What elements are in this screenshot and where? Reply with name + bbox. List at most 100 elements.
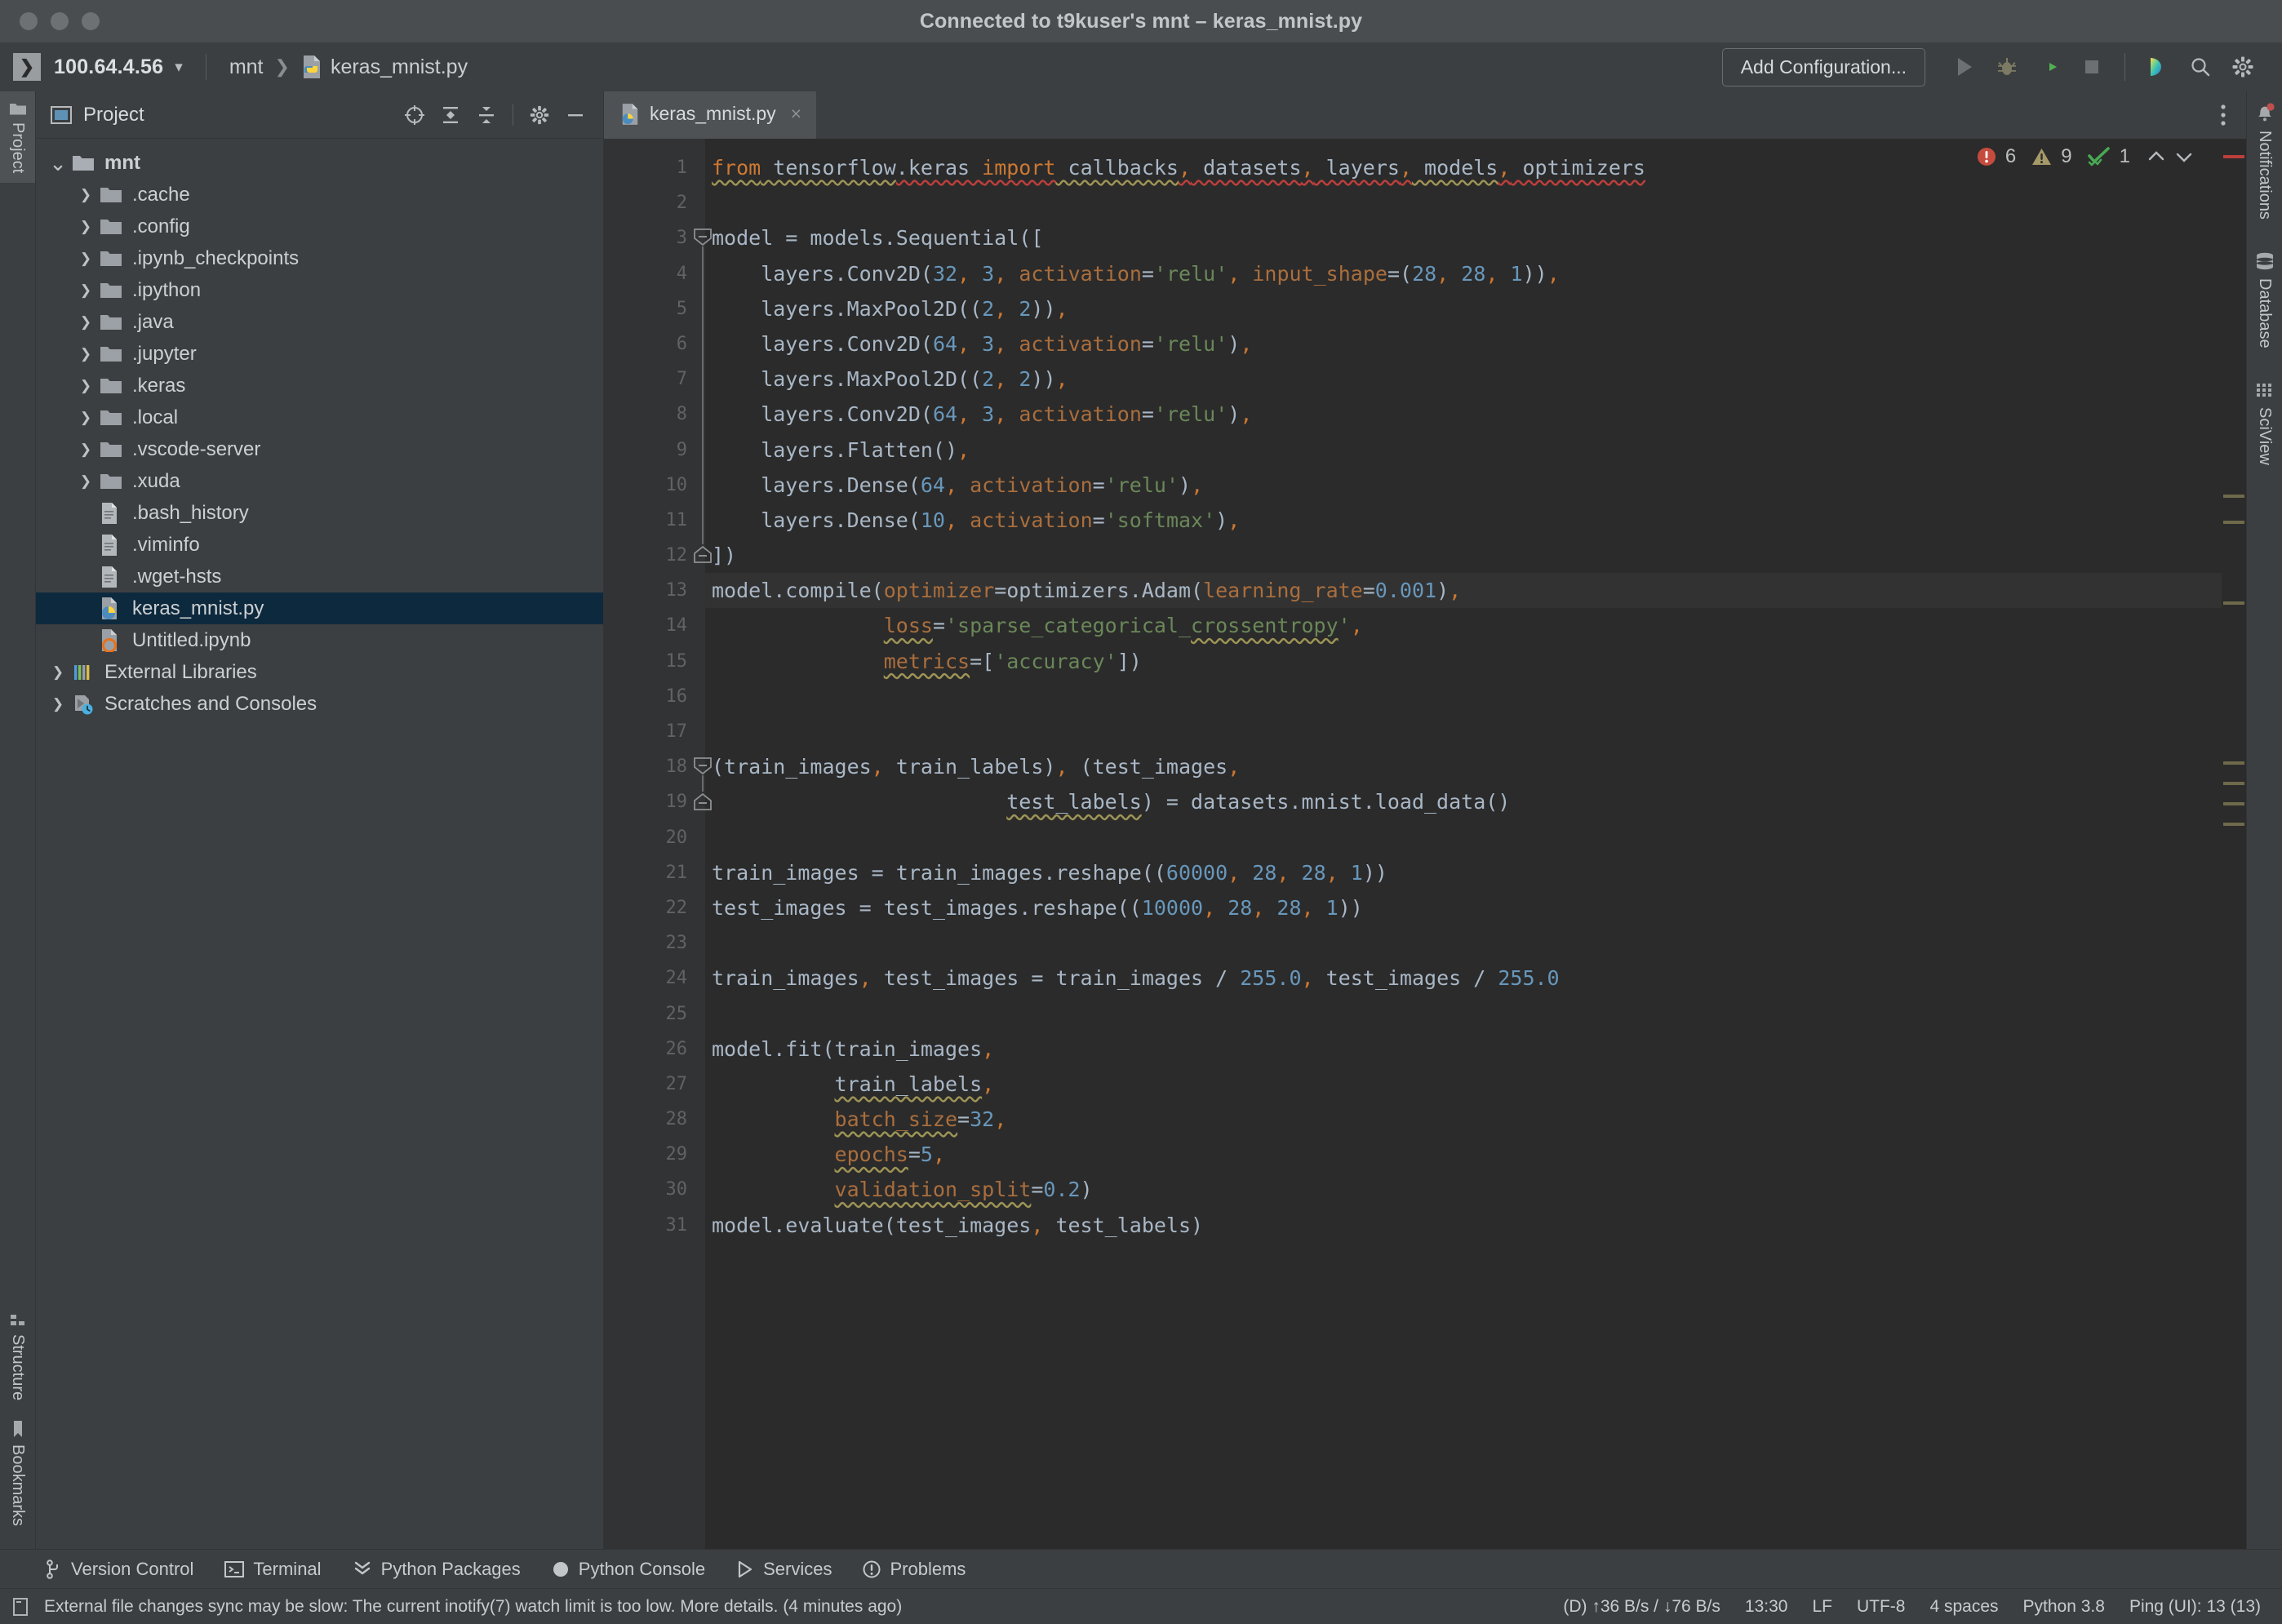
bottom-tab-services[interactable]: Services [736,1559,832,1580]
chevron-right-icon[interactable]: ❯ [72,282,100,299]
scroll-marker[interactable] [2223,521,2244,524]
code-line[interactable]: model = models.Sequential([ [705,220,2246,255]
tree-item-ipython[interactable]: ❯ .ipython [36,274,603,306]
code-line[interactable]: model.evaluate(test_images, test_labels) [705,1208,2246,1243]
code-line[interactable]: layers.MaxPool2D((2, 2)), [705,291,2246,326]
tree-item-ipynb-checkpoints[interactable]: ❯ .ipynb_checkpoints [36,242,603,274]
tree-item-wget-hsts[interactable]: .wget-hsts [36,561,603,592]
status-item[interactable]: UTF-8 [1857,1597,1906,1617]
code-line[interactable]: epochs=5, [705,1137,2246,1172]
code-line[interactable]: layers.Dense(10, activation='softmax'), [705,503,2246,538]
status-item[interactable]: Python 3.8 [2023,1597,2105,1617]
tree-item-xuda[interactable]: ❯ .xuda [36,465,603,497]
code-line[interactable]: validation_split=0.2) [705,1172,2246,1207]
settings-gear-icon[interactable] [2222,46,2264,88]
chevron-right-icon[interactable]: ❯ [44,696,72,712]
tree-item-local[interactable]: ❯ .local [36,402,603,433]
code-line[interactable] [705,679,2246,714]
code-line[interactable]: layers.Dense(64, activation='relu'), [705,468,2246,503]
code-line[interactable]: layers.Conv2D(32, 3, activation='relu', … [705,256,2246,291]
collapse-all-icon[interactable] [470,99,503,131]
code-line[interactable]: train_images = train_images.reshape((600… [705,855,2246,890]
notification-icon[interactable] [11,1596,29,1617]
sidebar-item-notifications[interactable]: Notifications [2254,103,2275,220]
code-line[interactable] [705,820,2246,855]
tree-item-cache[interactable]: ❯ .cache [36,179,603,211]
close-window-button[interactable] [20,12,38,30]
bottom-tab-python-console[interactable]: Python Console [552,1559,705,1580]
close-icon[interactable]: × [791,103,801,125]
editor-options-icon[interactable] [2200,91,2246,139]
tree-item-config[interactable]: ❯ .config [36,211,603,242]
scroll-marker[interactable] [2223,761,2244,765]
chevron-right-icon[interactable]: ❯ [72,219,100,235]
chevron-down-icon[interactable]: ▾ [175,58,183,77]
stop-icon[interactable] [2071,46,2113,88]
status-item[interactable]: (D) ↑36 B/s / ↓76 B/s [1563,1597,1720,1617]
coverage-icon[interactable] [2028,46,2071,88]
debug-icon[interactable] [1986,46,2028,88]
editor-marker-scrollbar[interactable] [2222,139,2246,1549]
code-line[interactable]: ]) [705,538,2246,573]
code-line[interactable]: layers.MaxPool2D((2, 2)), [705,362,2246,397]
tree-item-vscode-server[interactable]: ❯ .vscode-server [36,433,603,465]
code-line[interactable]: test_images = test_images.reshape((10000… [705,890,2246,925]
sidebar-item-database[interactable]: Database [2254,252,2275,348]
chevron-up-icon[interactable] [2145,146,2168,167]
bottom-tab-terminal[interactable]: Terminal [224,1559,322,1580]
chevron-right-icon[interactable]: ❯ [72,473,100,490]
tree-item-mnt[interactable]: ⌄ mnt [36,147,603,179]
tree-item-bash-history[interactable]: .bash_history [36,497,603,529]
chevron-right-icon[interactable]: ❯ [72,410,100,426]
code-line[interactable]: layers.Flatten(), [705,433,2246,468]
tree-item-jupyter[interactable]: ❯ .jupyter [36,338,603,370]
tree-item-java[interactable]: ❯ .java [36,306,603,338]
sidebar-item-bookmarks[interactable]: Bookmarks [0,1410,35,1536]
source-code[interactable]: from tensorflow.keras import callbacks, … [705,139,2246,1549]
tree-item-keras[interactable]: ❯ .keras [36,370,603,402]
scroll-marker[interactable] [2223,601,2244,605]
code-line[interactable] [705,925,2246,961]
code-line[interactable]: layers.Conv2D(64, 3, activation='relu'), [705,326,2246,362]
status-message[interactable]: External file changes sync may be slow: … [44,1597,902,1617]
ai-assistant-icon[interactable] [2137,46,2179,88]
scroll-marker[interactable] [2223,155,2244,158]
status-item[interactable]: Ping (UI): 13 (13) [2129,1597,2261,1617]
code-line[interactable] [705,185,2246,220]
breadcrumb-mnt[interactable]: mnt [229,55,264,79]
sidebar-item-sciview[interactable]: SciView [2255,381,2275,464]
code-line[interactable]: metrics=['accuracy']) [705,644,2246,679]
remote-host-label[interactable]: 100.64.4.56 [54,55,163,79]
code-line[interactable] [705,996,2246,1032]
chevron-right-icon[interactable]: ❯ [72,187,100,203]
scroll-marker[interactable] [2223,823,2244,826]
status-item[interactable]: LF [1812,1597,1832,1617]
gear-icon[interactable] [523,99,556,131]
code-line[interactable]: model.compile(optimizer=optimizers.Adam(… [705,573,2246,609]
scroll-marker[interactable] [2223,495,2244,498]
scroll-marker[interactable] [2223,802,2244,805]
chevron-down-icon[interactable]: ⌄ [44,153,72,174]
code-line[interactable]: loss='sparse_categorical_crossentropy', [705,608,2246,643]
project-tree[interactable]: ⌄ mnt ❯ .cache ❯ .config ❯ .ipynb_checkpoints ❯.… [36,139,603,1549]
code-line[interactable]: batch_size=32, [705,1102,2246,1137]
bottom-tab-python-packages[interactable]: Python Packages [353,1559,521,1580]
scroll-marker[interactable] [2223,782,2244,785]
bottom-tab-version-control[interactable]: Version Control [46,1559,193,1580]
hide-panel-icon[interactable] [559,99,592,131]
status-item[interactable]: 13:30 [1745,1597,1788,1617]
locate-icon[interactable] [398,99,431,131]
status-item[interactable]: 4 spaces [1929,1597,1998,1617]
minimize-window-button[interactable] [51,12,69,30]
code-line[interactable]: model.fit(train_images, [705,1032,2246,1067]
code-line[interactable]: train_images, test_images = train_images… [705,961,2246,996]
tree-item-scratches-and-consoles[interactable]: ❯ Scratches and Consoles [36,688,603,720]
chevron-right-icon[interactable]: ❯ [72,441,100,458]
line-number-gutter[interactable]: 1 2 3 4 5 6 7 8 9 10 11 12 13 14 15 16 17 18 19 20 21 22 23 24 2… [604,139,712,1549]
chevron-down-icon[interactable] [2173,146,2195,167]
code-editor[interactable]: 1 2 3 4 5 6 7 8 9 10 11 12 13 14 15 16 17 18 19 20 21 22 23 24 2… [604,139,2246,1549]
code-line[interactable]: test_labels) = datasets.mnist.load_data(… [705,784,2246,819]
code-line[interactable] [705,714,2246,749]
sidebar-item-project[interactable]: Project [0,91,35,184]
search-icon[interactable] [2179,46,2222,88]
